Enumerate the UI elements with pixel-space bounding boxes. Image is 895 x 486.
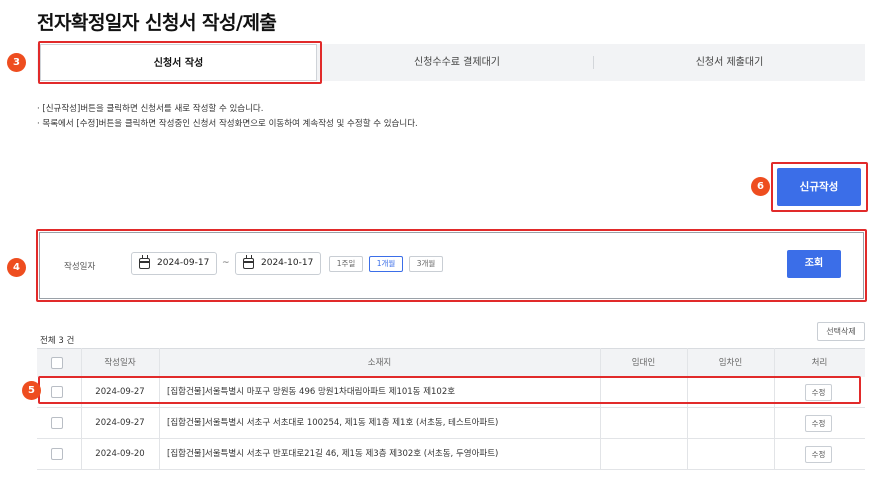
date-range-dash: ~ xyxy=(222,258,230,268)
table-row: 2024-09-20 [집합건물]서울특별시 서초구 반포대로21길 46, 제… xyxy=(37,439,865,470)
calendar-icon xyxy=(243,255,254,269)
edit-button[interactable]: 수정 xyxy=(805,446,832,463)
column-divider xyxy=(687,348,688,470)
date-to-value: 2024-10-17 xyxy=(261,258,314,268)
period-1week-button[interactable]: 1주일 xyxy=(329,256,363,272)
row-address: [집합건물]서울특별시 서초구 서초대로 100254, 제1동 제1층 제1호… xyxy=(167,418,499,428)
step-marker-5: 5 xyxy=(22,381,41,400)
select-all-checkbox[interactable] xyxy=(51,357,63,369)
period-1month-button[interactable]: 1개월 xyxy=(369,256,403,272)
header-action: 처리 xyxy=(811,358,828,368)
row-date: 2024-09-27 xyxy=(95,387,145,397)
column-divider xyxy=(159,348,160,470)
instruction-notes: · [신규작성]버튼을 클릭하면 신청서를 새로 작성할 수 있습니다. · 목… xyxy=(37,102,418,132)
row-lessor xyxy=(600,408,687,439)
calendar-icon xyxy=(139,255,150,269)
step-marker-3: 3 xyxy=(7,53,26,72)
tab-write-application[interactable]: 신청서 작성 xyxy=(40,44,317,81)
row-lessor xyxy=(600,377,687,408)
header-date: 작성일자 xyxy=(104,358,136,368)
row-lessee xyxy=(687,439,774,470)
date-to-input[interactable]: 2024-10-17 xyxy=(235,252,321,275)
note-line-new: · [신규작성]버튼을 클릭하면 신청서를 새로 작성할 수 있습니다. xyxy=(37,104,264,114)
page-title: 전자확정일자 신청서 작성/제출 xyxy=(37,12,277,34)
tab-bar: 신청서 작성 신청수수료 결제대기 신청서 제출대기 xyxy=(37,44,865,81)
date-from-value: 2024-09-17 xyxy=(157,258,210,268)
new-application-button[interactable]: 신규작성 xyxy=(777,168,861,206)
row-checkbox[interactable] xyxy=(51,386,63,398)
edit-button[interactable]: 수정 xyxy=(805,415,832,432)
tab-fee-payment-pending[interactable]: 신청수수료 결제대기 xyxy=(321,44,593,81)
row-address: [집합건물]서울특별시 서초구 반포대로21길 46, 제1동 제3층 제302… xyxy=(167,449,499,459)
date-from-input[interactable]: 2024-09-17 xyxy=(131,252,217,275)
table-header: 작성일자 소재지 임대인 임차인 처리 xyxy=(37,348,865,377)
period-3months-button[interactable]: 3개월 xyxy=(409,256,443,272)
row-date: 2024-09-20 xyxy=(95,449,145,459)
header-address: 소재지 xyxy=(367,358,392,368)
note-line-edit: · 목록에서 [수정]버튼을 클릭하면 작성중인 신청서 작성화면으로 이동하여… xyxy=(37,119,418,129)
row-lessee xyxy=(687,377,774,408)
step-marker-4: 4 xyxy=(7,258,26,277)
column-divider xyxy=(81,348,82,470)
header-lessor: 임대인 xyxy=(631,358,656,368)
search-button[interactable]: 조회 xyxy=(787,250,841,278)
delete-selected-button[interactable]: 선택삭제 xyxy=(817,322,865,341)
total-count: 전체 3 건 xyxy=(40,336,75,346)
row-address: [집합건물]서울특별시 마포구 망원동 496 망원1차대림아파트 제101동 … xyxy=(167,387,456,397)
step-marker-6: 6 xyxy=(751,177,770,196)
row-checkbox[interactable] xyxy=(51,417,63,429)
row-checkbox[interactable] xyxy=(51,448,63,460)
row-date: 2024-09-27 xyxy=(95,418,145,428)
filter-date-label: 작성일자 xyxy=(64,262,96,272)
column-divider xyxy=(600,348,601,470)
column-divider xyxy=(774,348,775,470)
tab-submission-pending[interactable]: 신청서 제출대기 xyxy=(594,44,865,81)
edit-button[interactable]: 수정 xyxy=(805,384,832,401)
row-lessor xyxy=(600,439,687,470)
header-lessee: 임차인 xyxy=(718,358,743,368)
table-row: 2024-09-27 [집합건물]서울특별시 마포구 망원동 496 망원1차대… xyxy=(37,377,865,408)
table-row: 2024-09-27 [집합건물]서울특별시 서초구 서초대로 100254, … xyxy=(37,408,865,439)
row-lessee xyxy=(687,408,774,439)
